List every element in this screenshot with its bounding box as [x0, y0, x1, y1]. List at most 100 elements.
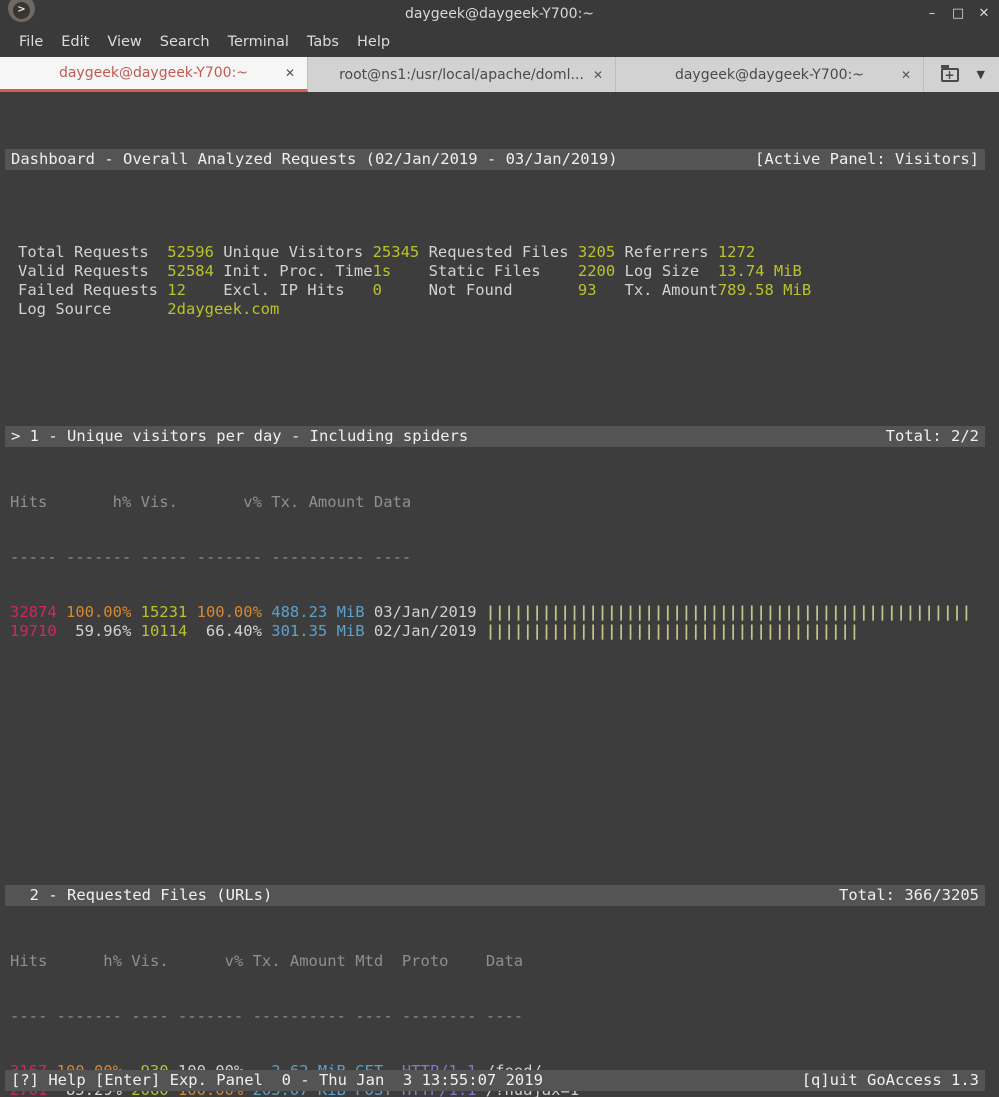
summary-label: Unique Visitors	[223, 243, 372, 262]
panel-title: 2 - Requested Files (URLs)	[11, 885, 272, 906]
col-header-tx: Tx. Amount	[253, 952, 346, 971]
cell-data: 03/Jan/2019	[374, 603, 477, 622]
summary-value: 2daygeek.com	[167, 300, 223, 319]
cell-hits: 19710	[10, 622, 57, 641]
panel-title: > 1 - Unique visitors per day - Includin…	[11, 426, 468, 447]
panel-header-bar: > 1 - Unique visitors per day - Includin…	[5, 426, 985, 447]
summary-value	[718, 300, 985, 319]
dashboard-title: Dashboard - Overall Analyzed Requests (0…	[11, 149, 618, 170]
summary-value: 52584	[167, 262, 223, 281]
menubar: File Edit View Search Terminal Tabs Help	[0, 27, 999, 57]
col-header-tx: Tx. Amount	[271, 493, 364, 512]
tabbar: daygeek@daygeek-Y700:~ ✕ root@ns1:/usr/l…	[0, 57, 999, 92]
footer-version-text: [q]uit GoAccess 1.3	[802, 1070, 979, 1091]
summary-value: 25345	[373, 243, 429, 262]
terminal-app-icon: >	[8, 0, 35, 22]
cell-data: 02/Jan/2019	[374, 622, 477, 641]
panel-header-bar: 2 - Requested Files (URLs) Total: 366/32…	[5, 885, 985, 906]
col-underline-mtd: ----	[355, 1007, 392, 1026]
new-tab-icon[interactable]: +	[941, 68, 959, 82]
menu-edit[interactable]: Edit	[52, 30, 98, 54]
menu-search[interactable]: Search	[151, 30, 219, 54]
col-header-hpct: h%	[66, 493, 131, 512]
tab-label: daygeek@daygeek-Y700:~	[675, 67, 864, 83]
tab-label: root@ns1:/usr/local/apache/doml...	[339, 67, 584, 83]
summary-label: Log Size	[625, 262, 718, 281]
summary-label	[625, 300, 718, 319]
tab-1-active[interactable]: daygeek@daygeek-Y700:~ ✕	[0, 57, 308, 92]
tab-list-dropdown-icon[interactable]: ▼	[977, 68, 985, 81]
panel-unique-visitors: > 1 - Unique visitors per day - Includin…	[5, 373, 985, 677]
cell-vis: 15231	[141, 603, 188, 622]
tab-3[interactable]: daygeek@daygeek-Y700:~ ✕	[616, 57, 924, 92]
menu-view[interactable]: View	[98, 30, 150, 54]
cell-hits: 32874	[10, 603, 57, 622]
summary-label	[223, 300, 372, 319]
summary-value: 1272	[718, 243, 985, 262]
col-underline-data: ----	[374, 548, 477, 567]
menu-file[interactable]: File	[10, 30, 52, 54]
prompt-glyph: >	[13, 2, 30, 19]
maximize-button[interactable]: □	[951, 6, 965, 21]
col-header-data: Data	[486, 952, 985, 971]
summary-label: Tx. Amount	[625, 281, 718, 300]
footer-help-text: [?] Help [Enter] Exp. Panel 0 - Thu Jan …	[11, 1070, 543, 1091]
summary-label: Requested Files	[429, 243, 578, 262]
summary-value: 93	[578, 281, 625, 300]
summary-value: 2200	[578, 262, 625, 281]
col-underline-vis: -----	[141, 548, 188, 567]
col-underline-tx: ----------	[271, 548, 364, 567]
close-button[interactable]: ✕	[977, 6, 991, 21]
summary-label: Total Requests	[18, 243, 167, 262]
goaccess-footer-bar: [?] Help [Enter] Exp. Panel 0 - Thu Jan …	[5, 1070, 985, 1091]
summary-value: 789.58 MiB	[718, 281, 985, 300]
menu-terminal[interactable]: Terminal	[219, 30, 298, 54]
summary-value: 13.74 MiB	[718, 262, 985, 281]
col-header-vis: Vis.	[131, 952, 168, 971]
terminal-screen[interactable]: Dashboard - Overall Analyzed Requests (0…	[0, 92, 999, 1097]
col-underline-vpct: -------	[178, 1007, 243, 1026]
col-header-hits: Hits	[10, 493, 57, 512]
table-row[interactable]: 1971059.96%1011466.40%301.35MiB02/Jan/20…	[5, 622, 985, 641]
tab-close-icon[interactable]: ✕	[901, 68, 911, 82]
summary-value: 0	[373, 281, 429, 300]
cell-unit: MiB	[337, 622, 365, 641]
col-header-hits: Hits	[10, 952, 47, 971]
tab-close-icon[interactable]: ✕	[285, 66, 295, 80]
terminal-window: > daygeek@daygeek-Y700:~ – □ ✕ File Edit…	[0, 0, 999, 1097]
col-header-hpct: h%	[57, 952, 122, 971]
col-header-proto: Proto	[402, 952, 477, 971]
panel-total: Total: 366/3205	[839, 885, 979, 906]
menu-help[interactable]: Help	[348, 30, 399, 54]
column-headers: Hitsh%Vis.v%Tx. AmountData	[5, 493, 985, 512]
summary-value	[578, 300, 625, 319]
titlebar: > daygeek@daygeek-Y700:~ – □ ✕	[0, 0, 999, 27]
col-header-data: Data	[374, 493, 477, 512]
table-row[interactable]: 32874 100.00% 15231 100.00% 488.23 MiB 03/Jan/…	[5, 603, 985, 622]
cell-hpct: 59.96%	[66, 622, 131, 641]
cell-bars: ||||||||||||||||||||||||||||||||||||||||	[486, 622, 985, 641]
summary-value: 3205	[578, 243, 625, 262]
summary-label: Referrers	[625, 243, 718, 262]
cell-unit: MiB	[337, 603, 365, 622]
col-header-mtd: Mtd	[355, 952, 392, 971]
col-underline-tx: ----------	[253, 1007, 346, 1026]
col-underline-vpct: -------	[197, 548, 262, 567]
summary-label: Excl. IP Hits	[223, 281, 372, 300]
summary-label: Valid Requests	[18, 262, 167, 281]
menu-tabs[interactable]: Tabs	[298, 30, 348, 54]
cell-txv: 488.23	[271, 603, 327, 622]
tab-2[interactable]: root@ns1:/usr/local/apache/doml... ✕	[308, 57, 616, 92]
col-header-vpct: v%	[178, 952, 243, 971]
cell-hpct: 100.00%	[66, 603, 131, 622]
active-panel-indicator: [Active Panel: Visitors]	[755, 149, 979, 170]
summary-label: Log Source	[18, 300, 167, 319]
summary-value: 1s	[373, 262, 429, 281]
col-underline-proto: --------	[402, 1007, 477, 1026]
cell-vpct: 100.00%	[197, 603, 262, 622]
col-header-vpct: v%	[197, 493, 262, 512]
tab-close-icon[interactable]: ✕	[593, 68, 603, 82]
minimize-button[interactable]: –	[925, 6, 939, 21]
col-underline-vis: ----	[131, 1007, 168, 1026]
summary-label: Init. Proc. Time	[223, 262, 372, 281]
